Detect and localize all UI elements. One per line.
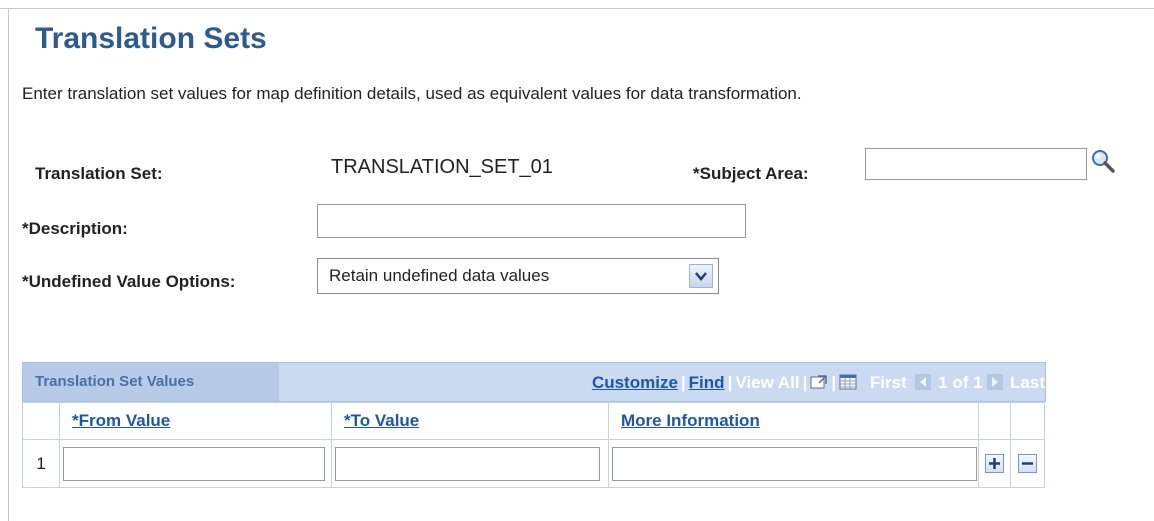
grid-table: *From Value *To Value More Information 1 bbox=[22, 402, 1045, 488]
translation-set-label: Translation Set: bbox=[35, 164, 163, 183]
page-description: Enter translation set values for map def… bbox=[22, 84, 802, 103]
row-number: 1 bbox=[22, 439, 60, 488]
column-header-to-value[interactable]: *To Value bbox=[331, 402, 609, 440]
top-divider bbox=[0, 8, 1154, 9]
next-arrow-icon[interactable] bbox=[987, 374, 1005, 390]
to-value-input[interactable] bbox=[335, 446, 600, 481]
lookup-search-icon[interactable] bbox=[1090, 148, 1116, 174]
grid-column-headers: *From Value *To Value More Information bbox=[22, 402, 1045, 440]
grid-header: Translation Set Values Customize | Find | Vi… bbox=[22, 362, 1046, 402]
chevron-down-icon bbox=[695, 272, 707, 281]
undefined-value-selected: Retain undefined data values bbox=[329, 266, 550, 285]
column-header-from-value[interactable]: *From Value bbox=[59, 402, 332, 440]
download-grid-icon[interactable] bbox=[839, 374, 857, 390]
page-info: 1 of 1 bbox=[938, 373, 983, 392]
page-title: Translation Sets bbox=[35, 22, 267, 55]
left-divider bbox=[8, 8, 9, 521]
grid-title: Translation Set Values bbox=[35, 373, 195, 390]
grid-title-tab: Translation Set Values bbox=[23, 363, 279, 401]
first-label: First bbox=[869, 373, 907, 392]
add-row-icon[interactable] bbox=[985, 454, 1004, 473]
more-information-input[interactable] bbox=[612, 446, 977, 481]
last-label: Last bbox=[1010, 373, 1045, 392]
subject-area-label: *Subject Area: bbox=[693, 164, 809, 183]
new-window-icon[interactable] bbox=[810, 374, 828, 390]
customize-link[interactable]: Customize bbox=[592, 373, 678, 392]
undefined-value-select[interactable]: Retain undefined data values bbox=[317, 258, 719, 294]
dropdown-button[interactable] bbox=[689, 264, 713, 288]
delete-row-icon[interactable] bbox=[1018, 454, 1037, 473]
undefined-value-label: *Undefined Value Options: bbox=[22, 272, 236, 291]
from-value-input[interactable] bbox=[63, 446, 325, 481]
table-row: 1 bbox=[22, 439, 1045, 488]
translation-set-value: TRANSLATION_SET_01 bbox=[331, 156, 553, 178]
subject-area-input[interactable] bbox=[865, 148, 1087, 180]
view-all-link[interactable]: View All bbox=[735, 373, 799, 392]
column-header-more-information[interactable]: More Information bbox=[608, 402, 979, 440]
find-link[interactable]: Find bbox=[689, 373, 725, 392]
grid-navigation: Customize | Find | View All | | First 1 of 1 L… bbox=[591, 373, 1045, 392]
previous-arrow-icon[interactable] bbox=[915, 374, 933, 390]
description-input[interactable] bbox=[317, 204, 746, 238]
description-label: *Description: bbox=[22, 219, 128, 238]
